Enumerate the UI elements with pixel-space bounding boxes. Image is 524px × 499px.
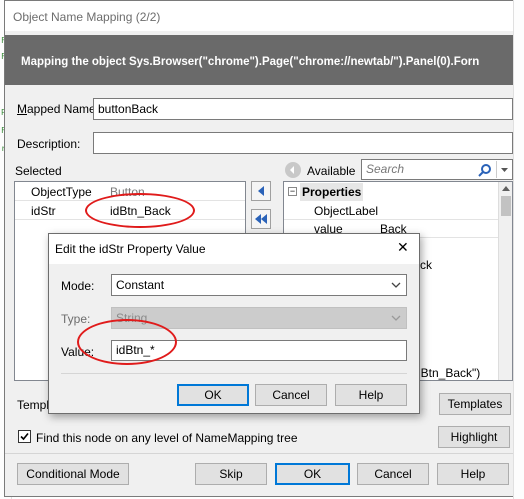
search-icon[interactable]: [478, 163, 492, 180]
description-label: Description:: [17, 137, 81, 151]
chevron-down-icon: [391, 282, 401, 288]
red-highlight-ellipse: [77, 319, 177, 365]
mode-label: Mode:: [61, 279, 95, 293]
double-arrow-left-icon: [255, 214, 267, 224]
selected-label: Selected: [15, 164, 62, 178]
edit-property-dialog: Edit the idStr Property Value ✕ Mode: Co…: [48, 233, 420, 414]
cancel-button[interactable]: Cancel: [357, 463, 429, 485]
edit-help-button[interactable]: Help: [335, 384, 407, 406]
scrollbar[interactable]: [498, 182, 512, 380]
ok-button[interactable]: OK: [275, 463, 350, 485]
arrow-left-icon: [258, 186, 264, 196]
close-icon[interactable]: ✕: [397, 239, 409, 256]
divider: [61, 373, 407, 374]
back-circle-icon[interactable]: [285, 162, 301, 178]
find-node-label: Find this node on any level of NameMappi…: [36, 431, 298, 445]
window-title: Object Name Mapping (2/2): [13, 10, 161, 24]
search-dropdown-icon[interactable]: [496, 161, 511, 178]
mapped-name-input[interactable]: buttonBack: [93, 98, 513, 120]
mapped-name-label: Mapped Name:: [17, 102, 100, 116]
mapped-name-label-rest: apped Name:: [27, 102, 100, 116]
collapse-icon[interactable]: −: [288, 187, 297, 196]
search-placeholder: Search: [366, 162, 405, 176]
divider: [5, 453, 521, 454]
selected-prop-name: idStr: [31, 204, 56, 218]
edit-dialog-body: Mode: Constant Type: String Value: idBtn…: [49, 264, 419, 413]
move-all-left-button[interactable]: [251, 209, 271, 229]
type-label: Type:: [61, 312, 91, 326]
available-partial-value: ck: [420, 258, 432, 272]
mapping-banner: Mapping the object Sys.Browser("chrome")…: [5, 35, 521, 85]
help-button[interactable]: Help: [437, 463, 509, 485]
highlight-button[interactable]: Highlight: [438, 426, 510, 448]
mode-value: Constant: [116, 278, 165, 292]
available-partial-value: dBtn_Back"): [414, 366, 481, 380]
title-bar: Object Name Mapping (2/2): [5, 1, 521, 31]
scroll-up-icon[interactable]: [501, 184, 511, 192]
checkmark-icon: [20, 432, 29, 441]
templates-button[interactable]: Templates: [439, 393, 511, 415]
chevron-down-icon: [391, 315, 401, 321]
find-node-checkbox[interactable]: [18, 430, 31, 443]
edit-ok-button[interactable]: OK: [177, 384, 249, 406]
skip-button[interactable]: Skip: [195, 463, 267, 485]
red-highlight-ellipse: [85, 193, 195, 228]
edit-dialog-title: Edit the idStr Property Value: [55, 242, 206, 256]
available-group-row[interactable]: − Properties: [284, 183, 498, 201]
description-input[interactable]: [93, 132, 513, 154]
move-left-button[interactable]: [251, 181, 271, 201]
mode-select[interactable]: Constant: [111, 274, 407, 296]
scroll-thumb[interactable]: [501, 196, 511, 216]
table-row[interactable]: ObjectLabel: [284, 202, 498, 220]
background-right-strip: [513, 0, 524, 499]
available-label: Available: [307, 164, 356, 178]
available-group-label: Properties: [300, 183, 364, 201]
available-prop-name: ObjectLabel: [314, 204, 379, 218]
selected-prop-name: ObjectType: [31, 185, 92, 199]
edit-cancel-button[interactable]: Cancel: [255, 384, 327, 406]
conditional-mode-button[interactable]: Conditional Mode: [17, 463, 129, 485]
